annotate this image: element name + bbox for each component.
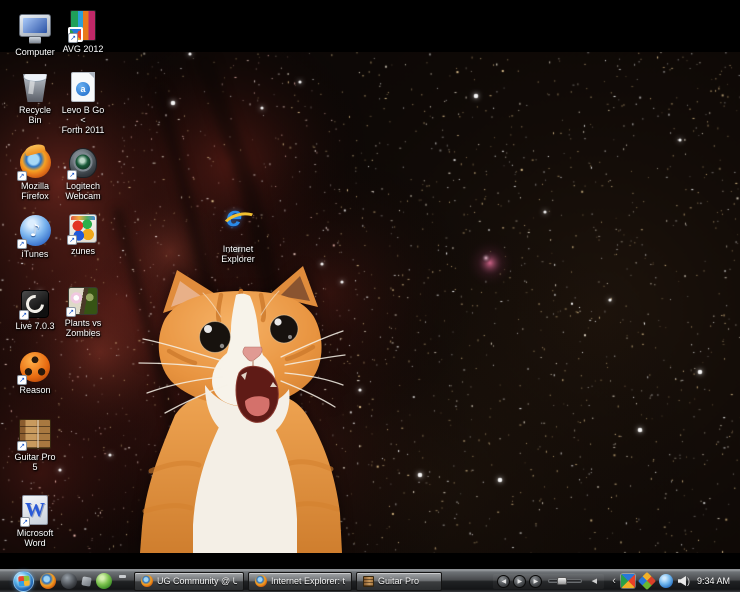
taskbar-task-guitar-pro[interactable]: Guitar Pro	[356, 572, 442, 591]
shortcut-arrow-badge	[68, 33, 78, 43]
next-track-button[interactable]	[529, 575, 542, 588]
zunes-icon	[69, 214, 97, 243]
green-sphere-quicklaunch-icon[interactable]	[96, 573, 112, 589]
desktop-icon-internet-explorer[interactable]: InternetExplorer	[215, 205, 261, 264]
desktop-icon-label: Mozilla Firefox	[12, 181, 58, 201]
quicklaunch-overflow-handle[interactable]	[119, 575, 126, 578]
desktop-icon-levo-b-go-forth-2011[interactable]: Levo B Go <Forth 2011	[60, 66, 106, 135]
live-icon	[21, 290, 49, 318]
desktop-icon-recycle-bin[interactable]: Recycle Bin	[12, 66, 58, 125]
desktop-icon-label: Guitar Pro 5	[12, 452, 58, 472]
desktop-icon-computer[interactable]: Computer	[12, 8, 58, 57]
task-label: Guitar Pro	[378, 576, 419, 586]
dark-sphere-quicklaunch-icon[interactable]	[61, 573, 77, 589]
desktop-icon-avg-2012[interactable]: AVG 2012	[60, 5, 106, 54]
desktop-icon-label: iTunes	[22, 249, 49, 259]
desktop-icon-guitar-pro-5[interactable]: Guitar Pro 5	[12, 413, 58, 472]
desktop-icon-zunes[interactable]: zunes	[60, 207, 106, 256]
desktop-icon-label: LogitechWebcam	[65, 181, 100, 201]
desktop-icon-label: Reason	[19, 385, 50, 395]
desktop-icon-label: Live 7.0.3	[15, 321, 54, 331]
desktop-icons: Computer AVG 2012 Recycle BinLevo B Go <Fo…	[0, 0, 740, 592]
desktop-icon-reason[interactable]: Reason	[12, 346, 58, 395]
windows-logo-icon	[18, 576, 30, 587]
shortcut-arrow-badge	[67, 170, 77, 180]
avg-tray-icon[interactable]	[621, 574, 635, 588]
desktop-icon-label: AVG 2012	[63, 44, 104, 54]
pvz-icon	[68, 287, 98, 315]
ie-icon	[221, 208, 255, 241]
desktop-icon-label: zunes	[71, 246, 95, 256]
desktop-icon-microsoft-word[interactable]: MicrosoftWord	[12, 489, 58, 548]
desktop-icon-logitech-webcam[interactable]: LogitechWebcam	[60, 142, 106, 201]
desktop-icon-itunes[interactable]: iTunes	[12, 210, 58, 259]
desktop-icon-label: Levo B Go <Forth 2011	[60, 105, 106, 135]
desktop-icon-mozilla-firefox[interactable]: Mozilla Firefox	[12, 142, 58, 201]
desktop-icon-label: Recycle Bin	[12, 105, 58, 125]
reason-icon	[20, 352, 50, 382]
windows-desktop: Computer AVG 2012 Recycle BinLevo B Go <Fo…	[0, 0, 740, 592]
desktop-icon-label: InternetExplorer	[221, 244, 255, 264]
shortcut-arrow-badge	[20, 517, 30, 527]
previous-track-button[interactable]	[497, 575, 510, 588]
desktop-icon-plants-vs-zombies[interactable]: Plants vsZombies	[60, 279, 106, 338]
colorful-tray-icon[interactable]	[638, 572, 656, 590]
recycle-icon	[22, 71, 49, 102]
taskbar: UG Community @ Ul... Internet Explorer: t…	[0, 569, 740, 592]
desktop-icon-label: Plants vsZombies	[65, 318, 102, 338]
shortcut-arrow-badge	[17, 375, 27, 385]
firefox-icon	[20, 147, 51, 178]
system-tray: 9:34 AM	[612, 574, 730, 588]
small-quicklaunch-icon[interactable]	[81, 576, 91, 586]
guitarpro-icon	[363, 576, 374, 587]
firefox-quicklaunch-icon[interactable]	[40, 573, 56, 589]
taskbar-clock[interactable]: 9:34 AM	[697, 576, 730, 586]
task-label: Internet Explorer: the...	[271, 576, 345, 586]
seek-slider[interactable]	[548, 579, 582, 583]
blue-sphere-tray-icon[interactable]	[659, 574, 673, 588]
tray-expand-chevron-icon[interactable]	[612, 576, 616, 587]
mini-volume-icon[interactable]	[588, 575, 600, 587]
media-player-toolbar	[493, 574, 604, 589]
taskbar-task-ug-community[interactable]: UG Community @ Ul...	[134, 572, 244, 591]
play-button[interactable]	[513, 575, 526, 588]
desktop-icon-label: Computer	[15, 47, 55, 57]
taskbar-task-internet-explorer-the[interactable]: Internet Explorer: the...	[248, 572, 352, 591]
seek-slider-thumb[interactable]	[557, 577, 567, 585]
avg-icon	[70, 10, 96, 41]
computer-icon	[19, 14, 51, 37]
shortcut-arrow-badge	[17, 239, 27, 249]
quick-launch-bar	[40, 573, 128, 589]
shortcut-arrow-badge	[67, 235, 77, 245]
guitarpro-icon	[19, 419, 51, 449]
task-buttons: UG Community @ Ul... Internet Explorer: t…	[134, 572, 442, 591]
webcam-icon	[69, 148, 97, 178]
desktop-icon-label: MicrosoftWord	[17, 528, 54, 548]
desktop-icon-live-7-0-3[interactable]: Live 7.0.3	[12, 282, 58, 331]
shortcut-arrow-badge	[19, 310, 29, 320]
firefox-icon	[255, 575, 267, 587]
doc-icon	[71, 72, 95, 102]
start-button[interactable]	[13, 571, 34, 592]
shortcut-arrow-badge	[66, 307, 76, 317]
firefox-icon	[141, 575, 153, 587]
volume-tray-icon[interactable]	[678, 575, 689, 587]
shortcut-arrow-badge	[17, 441, 27, 451]
word-icon	[22, 495, 48, 525]
task-label: UG Community @ Ul...	[157, 576, 237, 586]
shortcut-arrow-badge	[17, 171, 27, 181]
itunes-icon	[20, 215, 51, 246]
